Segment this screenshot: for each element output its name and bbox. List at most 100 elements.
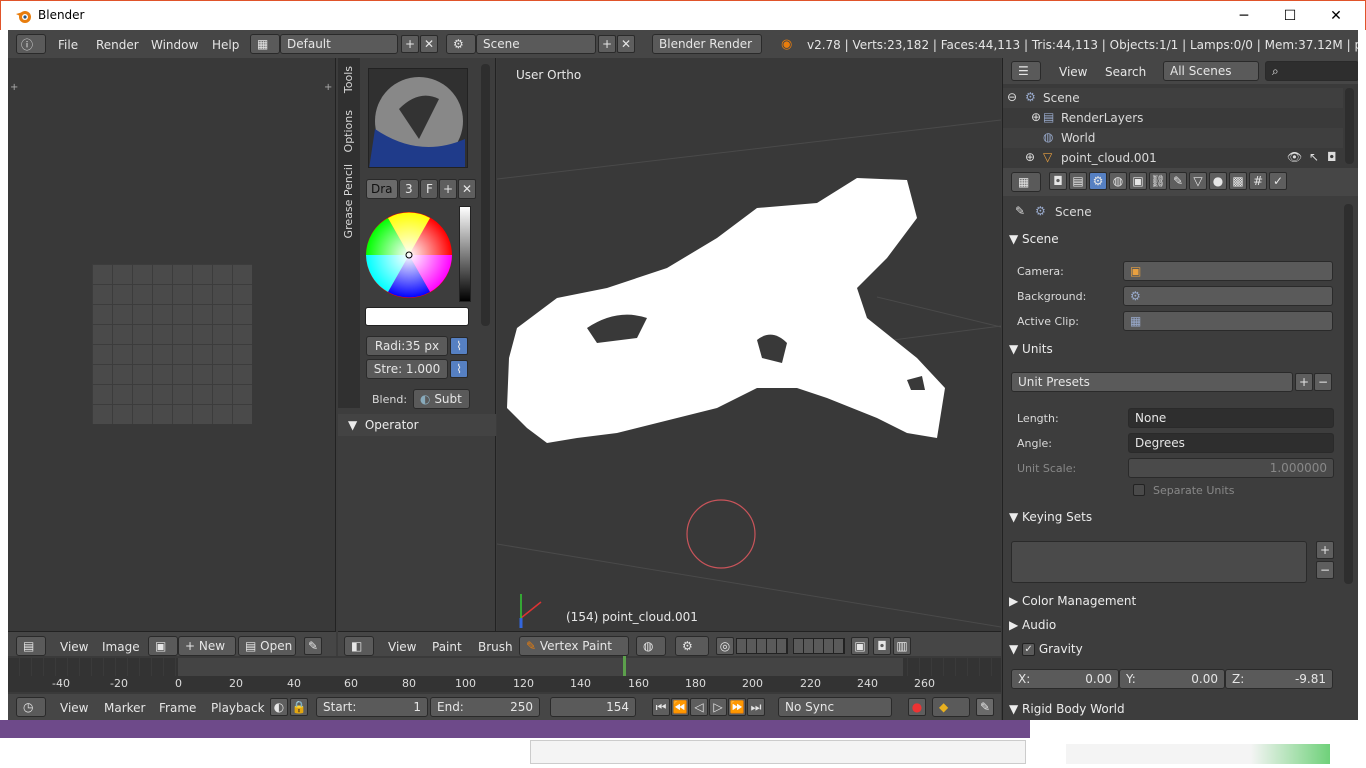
color-management-section[interactable]: ▶ Color Management xyxy=(1009,590,1335,612)
renderlayers-tab-icon[interactable]: ▤ xyxy=(1069,172,1087,190)
jump-keyframe-forward-icon[interactable]: ⏩ xyxy=(728,698,746,716)
play-icon[interactable]: ▷ xyxy=(709,698,727,716)
background-field[interactable]: ⚙ xyxy=(1123,286,1333,306)
outliner-row[interactable]: ⊕ ▤ RenderLayers xyxy=(1003,108,1343,128)
strength-field[interactable]: Stre: 1.000 xyxy=(366,359,448,379)
modifiers-tab-icon[interactable]: ✎ xyxy=(1169,172,1187,190)
sync-select[interactable]: No Sync xyxy=(778,697,892,717)
render-camera-icon[interactable]: ◘ xyxy=(873,637,891,655)
jump-start-icon[interactable]: ⏮ xyxy=(652,698,670,716)
brush-preview[interactable] xyxy=(368,68,468,168)
value-slider[interactable] xyxy=(459,206,471,302)
gravity-section[interactable]: ▼ ✓ Gravity xyxy=(1009,638,1335,660)
play-reverse-icon[interactable]: ◁ xyxy=(690,698,708,716)
outliner-row[interactable]: ◍ World xyxy=(1003,128,1343,148)
physics-tab-icon[interactable]: ✓ xyxy=(1269,172,1287,190)
scene-icon[interactable]: ⚙ xyxy=(446,34,476,54)
timeline-editor[interactable]: -40 -20 0 20 40 60 80 100 120 140 160 18… xyxy=(8,656,1001,720)
color-wheel[interactable] xyxy=(364,210,454,300)
length-select[interactable]: None xyxy=(1128,408,1334,428)
current-frame-marker[interactable] xyxy=(623,656,626,678)
expand-icon[interactable]: ⊖ xyxy=(1007,90,1017,104)
object-tab-icon[interactable]: ▣ xyxy=(1129,172,1147,190)
menu-view[interactable]: View xyxy=(1059,65,1087,79)
brush-add-icon[interactable]: + xyxy=(439,179,457,199)
gravity-checkbox[interactable]: ✓ xyxy=(1022,642,1036,656)
world-tab-icon[interactable]: ◍ xyxy=(1109,172,1127,190)
editor-type-info-icon[interactable]: ⓘ xyxy=(16,34,46,54)
outliner-row[interactable]: ⊕ ▽ point_cloud.001 👁 ↖ ◘ xyxy=(1003,148,1343,168)
shading-icon[interactable]: ◍ xyxy=(636,636,666,656)
texture-tab-icon[interactable]: ▩ xyxy=(1229,172,1247,190)
minimize-button[interactable]: ─ xyxy=(1221,1,1267,31)
menu-frame[interactable]: Frame xyxy=(159,701,196,715)
constraints-tab-icon[interactable]: ⛓ xyxy=(1149,172,1167,190)
jump-keyframe-back-icon[interactable]: ⏪ xyxy=(671,698,689,716)
active-clip-field[interactable]: ▦ xyxy=(1123,311,1333,331)
operator-panel[interactable]: ▼ Operator xyxy=(338,414,496,436)
outliner-filter-select[interactable]: All Scenes xyxy=(1163,61,1259,81)
outliner-scrollbar[interactable] xyxy=(1345,88,1354,164)
outliner-search-input[interactable]: ⌕ xyxy=(1265,61,1358,81)
editor-type-timeline-icon[interactable]: ◷ xyxy=(16,697,46,717)
3d-viewport[interactable]: User Ortho (154) point_cloud.001 xyxy=(497,58,1001,631)
layout-remove-icon[interactable]: ✕ xyxy=(420,35,438,53)
scene-remove-icon[interactable]: ✕ xyxy=(617,35,635,53)
radius-pressure-icon[interactable]: ⌇ xyxy=(450,337,468,355)
lock-icon[interactable]: 🔒 xyxy=(290,698,308,716)
outliner[interactable]: ☰ View Search All Scenes ⌕ ⊖ ⚙ Scene ⊕ ▤ Ren… xyxy=(1002,58,1358,168)
keying-sets-section[interactable]: ▼ Keying Sets xyxy=(1009,506,1335,528)
editor-type-outliner-icon[interactable]: ☰ xyxy=(1011,61,1041,81)
area-split-icon[interactable]: + xyxy=(10,82,18,93)
audio-section[interactable]: ▶ Audio xyxy=(1009,614,1335,636)
current-frame-field[interactable]: 154 xyxy=(550,697,636,717)
editor-type-properties-icon[interactable]: ▦ xyxy=(1011,172,1041,192)
unit-presets-select[interactable]: Unit Presets xyxy=(1011,372,1293,392)
pin-icon[interactable]: ✎ xyxy=(304,637,322,655)
area-split-icon[interactable]: + xyxy=(324,82,332,93)
select-cursor-icon[interactable]: ↖ xyxy=(1309,150,1319,164)
keyframe-insert-icon[interactable]: ✎ xyxy=(976,698,994,716)
layers-left-icon[interactable] xyxy=(736,638,788,654)
menu-view[interactable]: View xyxy=(60,640,88,654)
brush-color-swatch[interactable] xyxy=(365,307,469,326)
rigid-body-world-section[interactable]: ▼ Rigid Body World xyxy=(1009,698,1335,720)
brush-fake-user[interactable]: F xyxy=(420,179,438,199)
data-tab-icon[interactable]: ▽ xyxy=(1189,172,1207,190)
visibility-eye-icon[interactable]: 👁 xyxy=(1287,150,1302,164)
record-icon[interactable]: ● xyxy=(908,698,926,716)
pin-icon[interactable]: ✎ xyxy=(1015,204,1025,218)
editor-type-image-icon[interactable]: ▤ xyxy=(16,636,46,656)
menu-view[interactable]: View xyxy=(60,701,88,715)
scene-add-icon[interactable]: + xyxy=(598,35,616,53)
keying-sets-list[interactable] xyxy=(1011,541,1307,583)
tab-options[interactable]: Options xyxy=(342,110,355,155)
expand-icon[interactable]: ⊕ xyxy=(1031,110,1041,124)
blend-select[interactable]: ◐ Subt xyxy=(413,389,470,409)
scene-section[interactable]: ▼ Scene xyxy=(1009,228,1335,250)
outliner-row[interactable]: ⊖ ⚙ Scene xyxy=(1003,88,1343,108)
layers-right-icon[interactable] xyxy=(793,638,845,654)
layout-add-icon[interactable]: + xyxy=(401,35,419,53)
start-frame-field[interactable]: Start: 1 xyxy=(316,697,428,717)
menu-render[interactable]: Render xyxy=(96,38,139,52)
properties-editor[interactable]: ▦ ◘ ▤ ⚙ ◍ ▣ ⛓ ✎ ▽ ● ▩ # ✓ ✎ ⚙ Scene ▼ Sc… xyxy=(1002,168,1358,720)
image-browse-icon[interactable]: ▣ xyxy=(148,636,178,656)
editor-type-3d-icon[interactable]: ◧ xyxy=(344,636,374,656)
strength-pressure-icon[interactable]: ⌇ xyxy=(450,360,468,378)
brush-users-field[interactable]: 3 xyxy=(399,179,419,199)
brush-remove-icon[interactable]: ✕ xyxy=(458,179,476,199)
tab-grease-pencil[interactable]: Grease Pencil xyxy=(342,164,355,241)
material-tab-icon[interactable]: ● xyxy=(1209,172,1227,190)
keying-set-add-icon[interactable]: + xyxy=(1316,541,1334,559)
menu-help[interactable]: Help xyxy=(212,38,239,52)
layout-icon[interactable]: ▦ xyxy=(250,34,280,54)
close-button[interactable]: ✕ xyxy=(1313,1,1359,31)
camera-field[interactable]: ▣ xyxy=(1123,261,1333,281)
units-section[interactable]: ▼ Units xyxy=(1009,338,1335,360)
particles-tab-icon[interactable]: # xyxy=(1249,172,1267,190)
gravity-x-field[interactable]: X: 0.00 xyxy=(1011,669,1119,689)
menu-image[interactable]: Image xyxy=(102,640,140,654)
tool-shelf-scrollbar[interactable] xyxy=(481,64,490,326)
lock-layers-icon[interactable]: ▣ xyxy=(851,637,869,655)
